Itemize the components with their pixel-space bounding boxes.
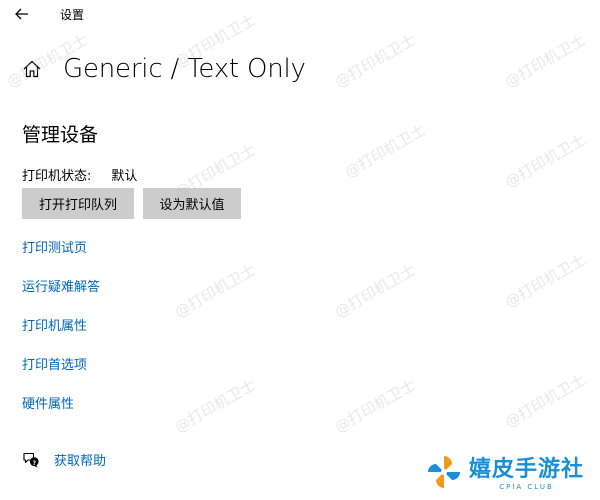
home-icon[interactable] (20, 57, 44, 81)
help-chat-icon: ? (22, 451, 40, 469)
pinwheel-logo-icon (425, 453, 463, 495)
section-heading: 管理设备 (22, 124, 99, 146)
back-button[interactable] (10, 3, 34, 25)
brand-logo: 嬉皮手游社 CPIA CLUB (425, 453, 584, 495)
open-print-queue-button[interactable]: 打开打印队列 (22, 188, 134, 219)
action-buttons: 打开打印队列 设为默认值 (22, 188, 241, 219)
watermark: @打印机卫士 (331, 30, 419, 92)
hardware-properties-link[interactable]: 硬件属性 (22, 395, 100, 434)
logo-subtitle: CPIA CLUB (499, 482, 554, 491)
svg-text:?: ? (33, 460, 37, 467)
watermark: @打印机卫士 (331, 375, 419, 437)
printer-properties-link[interactable]: 打印机属性 (22, 317, 100, 356)
watermark: @打印机卫士 (171, 375, 259, 437)
page-title: Generic / Text Only (63, 54, 306, 84)
watermark: @打印机卫士 (501, 130, 589, 192)
back-arrow-icon (15, 5, 29, 24)
watermark: @打印机卫士 (331, 260, 419, 322)
status-label: 打印机状态: (22, 169, 92, 184)
run-troubleshooter-link[interactable]: 运行疑难解答 (22, 278, 100, 317)
printing-preferences-link[interactable]: 打印首选项 (22, 356, 100, 395)
printer-status: 打印机状态: 默认 (22, 165, 137, 184)
set-default-button[interactable]: 设为默认值 (143, 188, 241, 219)
window-title: 设置 (60, 8, 85, 22)
status-value: 默认 (111, 169, 138, 184)
watermark: @打印机卫士 (501, 30, 589, 92)
watermark: @打印机卫士 (501, 250, 589, 312)
print-test-page-link[interactable]: 打印测试页 (22, 239, 100, 278)
get-help[interactable]: ? 获取帮助 (22, 450, 106, 469)
page-header: Generic / Text Only (20, 54, 306, 84)
watermark: @打印机卫士 (171, 260, 259, 322)
get-help-link[interactable]: 获取帮助 (54, 450, 106, 469)
title-bar: 设置 (0, 0, 600, 28)
logo-name: 嬉皮手游社 (469, 456, 585, 482)
watermark: @打印机卫士 (501, 370, 589, 432)
settings-links: 打印测试页 运行疑难解答 打印机属性 打印首选项 硬件属性 (22, 239, 100, 434)
watermark: @打印机卫士 (341, 120, 429, 182)
